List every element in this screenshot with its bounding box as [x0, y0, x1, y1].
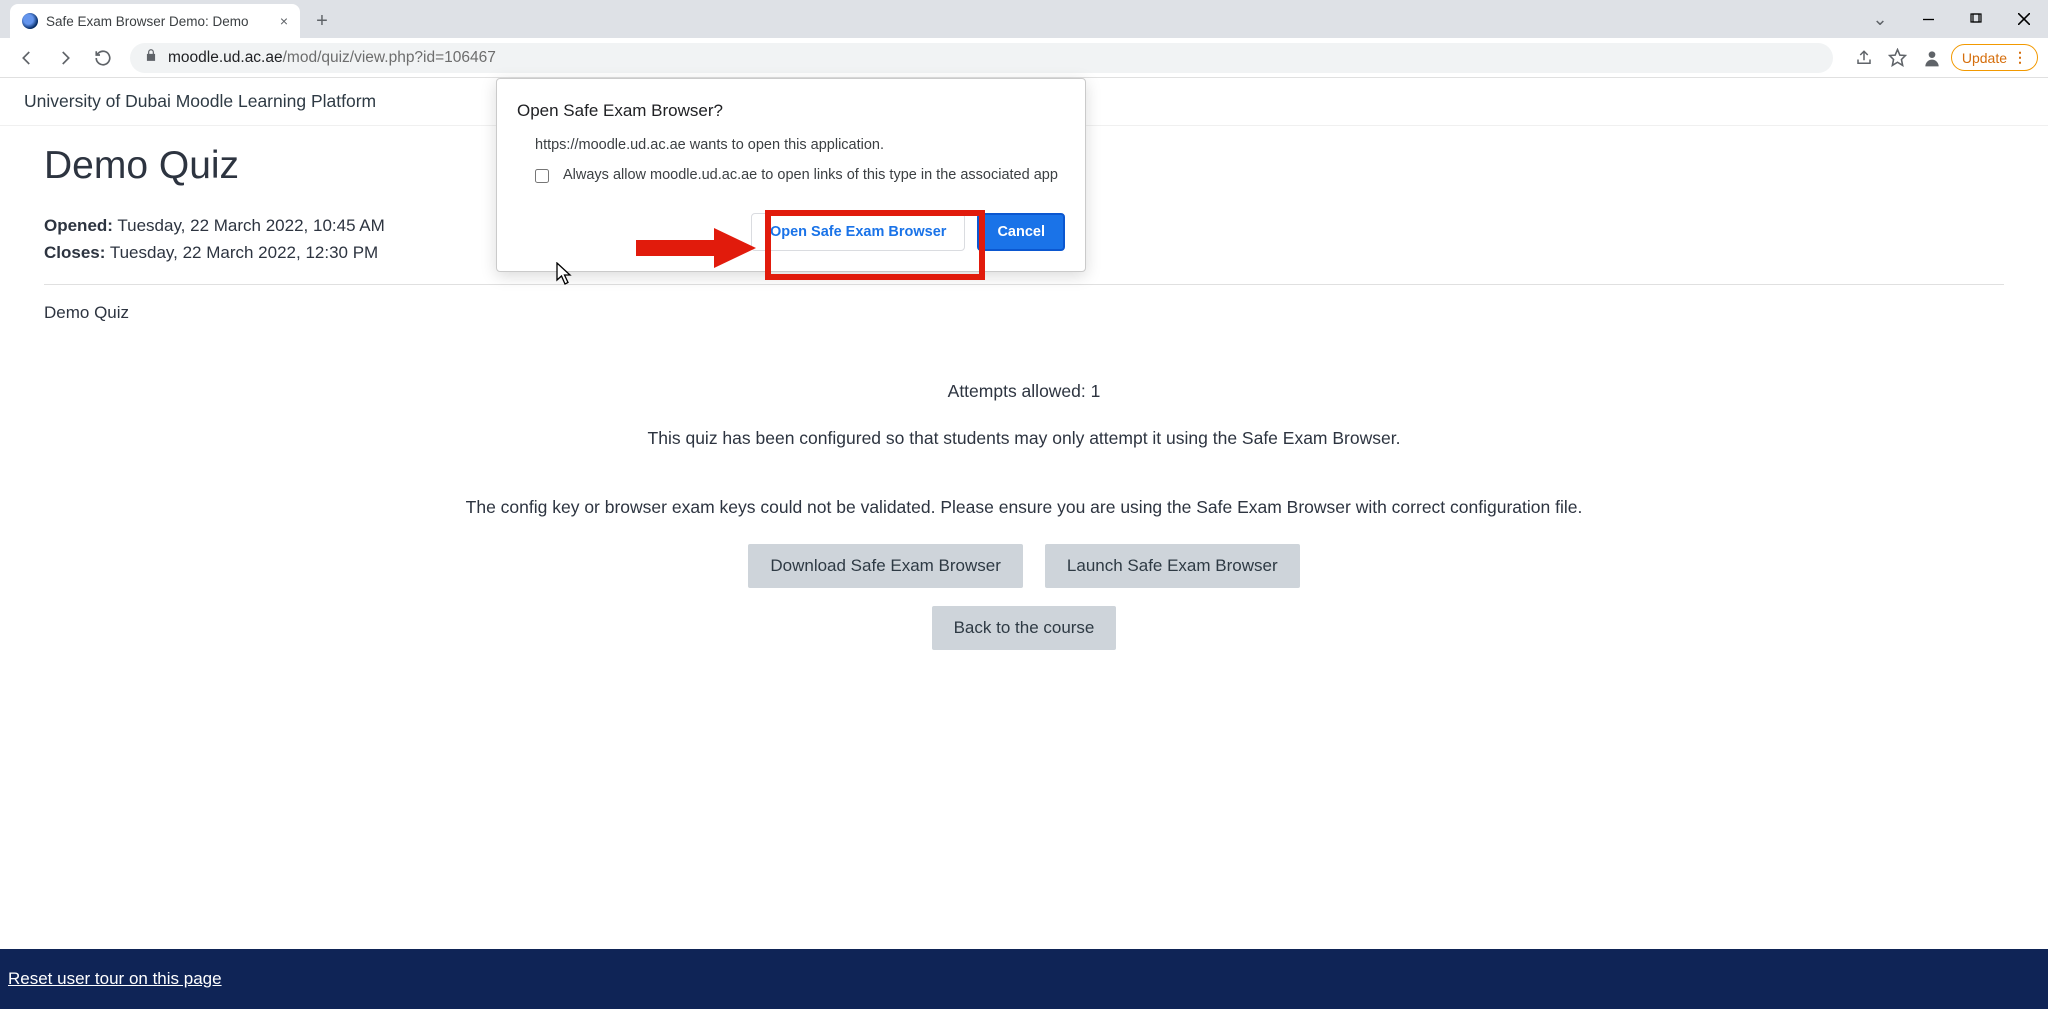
dialog-body: https://moodle.ud.ac.ae wants to open th…: [517, 137, 1065, 153]
window-controls: ⌄: [1856, 0, 2048, 38]
tab-title: Safe Exam Browser Demo: Demo: [46, 14, 272, 29]
cancel-dialog-button[interactable]: Cancel: [977, 213, 1065, 251]
browser-tabbar: Safe Exam Browser Demo: Demo × + ⌄: [0, 0, 2048, 38]
quiz-description: Demo Quiz: [44, 303, 2004, 323]
seb-requirement-text: This quiz has been configured so that st…: [44, 428, 2004, 449]
site-title: University of Dubai Moodle Learning Plat…: [24, 91, 376, 112]
profile-icon[interactable]: [1917, 43, 1947, 73]
divider: [44, 284, 2004, 285]
dialog-title: Open Safe Exam Browser?: [517, 101, 1065, 121]
new-tab-button[interactable]: +: [308, 7, 336, 35]
always-allow-label: Always allow moodle.ud.ac.ae to open lin…: [563, 167, 1058, 183]
url-text: moodle.ud.ac.ae/mod/quiz/view.php?id=106…: [168, 49, 496, 67]
browser-toolbar: moodle.ud.ac.ae/mod/quiz/view.php?id=106…: [0, 38, 2048, 78]
open-app-dialog: Open Safe Exam Browser? https://moodle.u…: [496, 78, 1086, 272]
share-icon[interactable]: [1849, 43, 1879, 73]
forward-button[interactable]: [48, 41, 82, 75]
open-seb-dialog-button[interactable]: Open Safe Exam Browser: [751, 213, 966, 251]
window-minimize-button[interactable]: [1904, 0, 1952, 38]
tab-dropdown-icon[interactable]: ⌄: [1856, 0, 1904, 38]
close-tab-icon[interactable]: ×: [280, 13, 288, 29]
update-label: Update: [1962, 50, 2007, 66]
update-button[interactable]: Update ⋮: [1951, 44, 2038, 71]
window-close-button[interactable]: [2000, 0, 2048, 38]
validation-error-text: The config key or browser exam keys coul…: [44, 497, 2004, 518]
lock-icon: [144, 48, 158, 67]
browser-tab[interactable]: Safe Exam Browser Demo: Demo ×: [10, 4, 300, 38]
tab-favicon: [22, 13, 38, 29]
launch-seb-button[interactable]: Launch Safe Exam Browser: [1045, 544, 1300, 588]
download-seb-button[interactable]: Download Safe Exam Browser: [748, 544, 1023, 588]
attempts-text: Attempts allowed: 1: [44, 381, 2004, 402]
address-bar[interactable]: moodle.ud.ac.ae/mod/quiz/view.php?id=106…: [130, 43, 1833, 73]
always-allow-checkbox[interactable]: [535, 169, 549, 183]
reload-button[interactable]: [86, 41, 120, 75]
page-footer: Reset user tour on this page: [0, 949, 2048, 1009]
back-to-course-button[interactable]: Back to the course: [932, 606, 1117, 650]
reset-tour-link[interactable]: Reset user tour on this page: [8, 969, 222, 989]
bookmark-star-icon[interactable]: [1883, 43, 1913, 73]
back-button[interactable]: [10, 41, 44, 75]
window-maximize-button[interactable]: [1952, 0, 2000, 38]
